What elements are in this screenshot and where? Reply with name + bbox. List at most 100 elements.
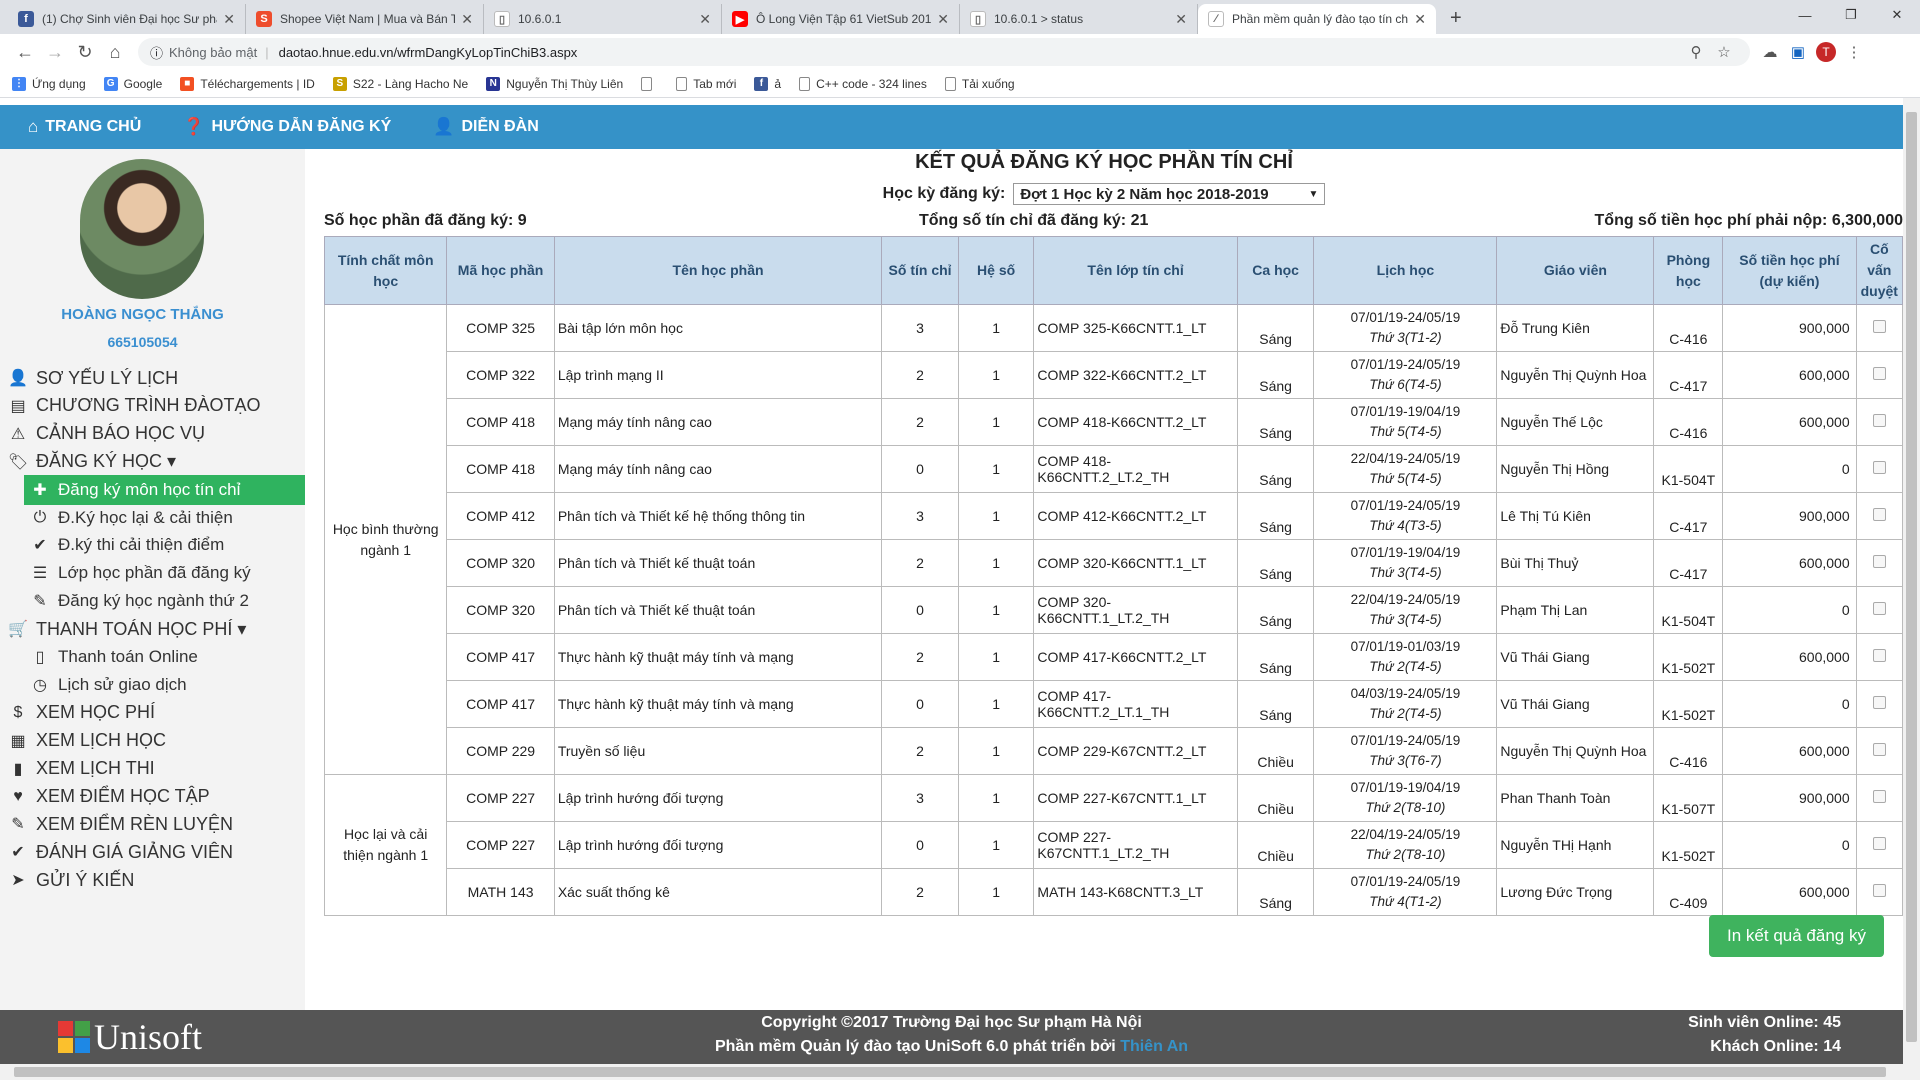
browser-tab[interactable]: S Shopee Việt Nam | Mua và Bán Trực ✕	[246, 4, 484, 34]
bookmark-item[interactable]	[641, 76, 658, 91]
approval-checkbox[interactable]	[1872, 461, 1886, 474]
nav-forum-link[interactable]: 👤 DIỄN ĐÀN	[433, 117, 539, 137]
course-name-cell: Truyền số liệu	[553, 727, 883, 775]
sidebar-item[interactable]: ✔ Đ.ký thi cải thiện điểm	[0, 530, 305, 560]
zoom-icon[interactable]: ⚲	[1682, 43, 1710, 61]
author-link[interactable]: Thiên An	[1120, 1038, 1188, 1055]
browser-tab[interactable]: f (1) Chợ Sinh viên Đại học Sư phạm ✕	[8, 4, 246, 34]
minimize-icon[interactable]: —	[1782, 0, 1828, 30]
close-tab-icon[interactable]: ✕	[699, 11, 711, 28]
bookmark-item[interactable]: N Nguyễn Thị Thùy Liên	[486, 76, 623, 91]
approval-checkbox[interactable]	[1872, 743, 1886, 756]
sidebar-item[interactable]: 🛒 THANH TOÁN HỌC PHÍ ▾	[0, 614, 305, 644]
horizontal-scrollbar[interactable]	[0, 1064, 1920, 1080]
sidebar-item[interactable]: ♥ XEM ĐIỂM HỌC TẬP	[0, 782, 305, 812]
sidebar-item[interactable]: ☰ Lớp học phần đã đăng ký	[0, 558, 305, 588]
schedule-cell: 07/01/19-24/05/19 Thứ 6(T4-5)	[1313, 351, 1498, 399]
schedule-cell: 07/01/19-19/04/19 Thứ 5(T4-5)	[1313, 398, 1498, 446]
column-header: Tính chất môn học	[323, 236, 448, 305]
profile-avatar[interactable]: T	[1812, 42, 1840, 62]
browser-tab[interactable]: ▶ Ô Long Viện Tập 61 VietSub 2018 ✕	[722, 4, 960, 34]
bookmark-item[interactable]: C++ code - 324 lines	[799, 76, 927, 91]
close-tab-icon[interactable]: ✕	[223, 11, 235, 28]
sidebar-item[interactable]: ⏻ Đ.Ký học lại & cải thiện	[0, 503, 305, 533]
course-name-cell: Lập trình hướng đối tượng	[553, 774, 883, 822]
approval-checkbox[interactable]	[1872, 508, 1886, 521]
print-results-button[interactable]: In kết quả đăng ký	[1709, 915, 1884, 957]
url-input[interactable]: ⓘ Không bảo mật | daotao.hnue.edu.vn/wfr…	[138, 38, 1750, 66]
scrollbar-thumb[interactable]	[14, 1067, 1886, 1077]
approval-checkbox[interactable]	[1872, 602, 1886, 615]
bookmark-item[interactable]: S S22 - Làng Hacho Ne	[332, 76, 468, 91]
home-icon[interactable]: ⌂	[100, 42, 130, 63]
sidebar-item[interactable]: ◷ Lịch sử giao dịch	[0, 670, 305, 700]
sidebar-item[interactable]: ▮ XEM LỊCH THI	[0, 754, 305, 784]
shift-cell: Sáng	[1236, 539, 1315, 587]
back-icon[interactable]: ←	[10, 42, 40, 63]
close-window-icon[interactable]: ✕	[1874, 0, 1920, 30]
browser-tab[interactable]: ▯ 10.6.0.1 > status ✕	[960, 4, 1198, 34]
bookmark-item[interactable]: G Google	[103, 76, 162, 91]
teacher-cell: Nguyễn THị Hạnh	[1496, 821, 1655, 869]
approval-checkbox[interactable]	[1872, 320, 1886, 333]
extension-icon[interactable]: ▣	[1784, 43, 1812, 61]
schedule-dates: 22/04/19-24/05/19	[1350, 451, 1461, 466]
schedule-day: Thứ 2(T4-5)	[1369, 706, 1442, 721]
new-tab-button[interactable]: +	[1436, 4, 1476, 34]
sidebar-item[interactable]: 👤 SƠ YẾU LÝ LỊCH	[0, 363, 305, 393]
bookmark-item[interactable]: ⋮ Ứng dụng	[12, 76, 86, 91]
column-header: Tên học phần	[553, 236, 883, 305]
extension-icon[interactable]: ☁	[1756, 43, 1784, 61]
schedule-dates: 07/01/19-19/04/19	[1350, 404, 1461, 419]
approval-checkbox[interactable]	[1872, 414, 1886, 427]
site-icon: S	[332, 76, 347, 91]
info-icon[interactable]: ⓘ	[150, 43, 163, 62]
bookmark-item[interactable]: Tab mới	[676, 76, 737, 91]
close-tab-icon[interactable]: ✕	[461, 11, 473, 28]
approval-checkbox[interactable]	[1872, 790, 1886, 803]
sidebar-item[interactable]: $ XEM HỌC PHÍ	[0, 698, 305, 728]
credits-cell: 2	[881, 351, 959, 399]
sidebar-item[interactable]: ✚ Đăng ký môn học tín chỉ	[24, 474, 305, 505]
approval-checkbox[interactable]	[1872, 696, 1886, 709]
schedule-day: Thứ 4(T1-2)	[1369, 894, 1442, 909]
sidebar-item[interactable]: ➤ GỬI Ý KIẾN	[0, 865, 305, 895]
bookmark-star-icon[interactable]: ☆	[1710, 43, 1738, 61]
nav-guide-link[interactable]: ❓ HƯỚNG DẪN ĐĂNG KÝ	[183, 117, 391, 137]
bookmark-item[interactable]: ■ Téléchargements | ID	[180, 76, 315, 91]
semester-select[interactable]: Đợt 1 Học kỳ 2 Năm học 2018-2019 ▼	[1013, 183, 1326, 205]
vertical-scrollbar[interactable]	[1903, 98, 1920, 1064]
browser-menu-icon[interactable]: ⋮	[1840, 43, 1868, 61]
approval-checkbox[interactable]	[1872, 884, 1886, 897]
bookmark-item[interactable]: Tải xuống	[944, 76, 1015, 91]
sidebar-item[interactable]: 🏷 ĐĂNG KÝ HỌC ▾	[0, 447, 305, 477]
bookmark-label: Tab mới	[693, 76, 737, 91]
room-cell: C-409	[1653, 868, 1724, 916]
sidebar-item-label: SƠ YẾU LÝ LỊCH	[36, 367, 179, 388]
sidebar-item[interactable]: ⚠ CẢNH BÁO HỌC VỤ	[0, 419, 305, 449]
warning-icon: ⚠	[10, 425, 26, 443]
approval-checkbox[interactable]	[1872, 367, 1886, 380]
restore-icon[interactable]: ❐	[1828, 0, 1874, 30]
close-tab-icon[interactable]: ✕	[1175, 11, 1187, 28]
sidebar-item[interactable]: ▯ Thanh toán Online	[0, 642, 305, 672]
browser-tab[interactable]: ▯ 10.6.0.1 ✕	[484, 4, 722, 34]
nav-home-link[interactable]: ⌂ TRANG CHỦ	[28, 117, 141, 137]
sidebar-item[interactable]: ✎ XEM ĐIỂM RÈN LUYỆN	[0, 809, 305, 839]
approval-checkbox[interactable]	[1872, 837, 1886, 850]
sidebar-item[interactable]: ✎ Đăng ký học ngành thứ 2	[0, 586, 305, 616]
sidebar-item-label: CHƯƠNG TRÌNH ĐÀOTẠO	[36, 395, 261, 416]
approval-checkbox[interactable]	[1872, 649, 1886, 662]
divider: |	[265, 44, 269, 60]
close-tab-icon[interactable]: ✕	[1414, 11, 1426, 28]
close-tab-icon[interactable]: ✕	[937, 11, 949, 28]
sidebar-item[interactable]: ✔ ĐÁNH GIÁ GIẢNG VIÊN	[0, 837, 305, 867]
sidebar-item[interactable]: ▤ CHƯƠNG TRÌNH ĐÀOTẠO	[0, 391, 305, 421]
reload-icon[interactable]: ↻	[70, 42, 100, 63]
sidebar-item[interactable]: ▦ XEM LỊCH HỌC	[0, 726, 305, 756]
approval-checkbox[interactable]	[1872, 555, 1886, 568]
bookmark-item[interactable]: fả	[754, 76, 781, 91]
browser-tab[interactable]: ∕ Phần mềm quản lý đào tạo tín chỉ ✕	[1198, 4, 1436, 34]
forward-icon[interactable]: →	[40, 42, 70, 63]
scrollbar-thumb[interactable]	[1906, 112, 1917, 1042]
